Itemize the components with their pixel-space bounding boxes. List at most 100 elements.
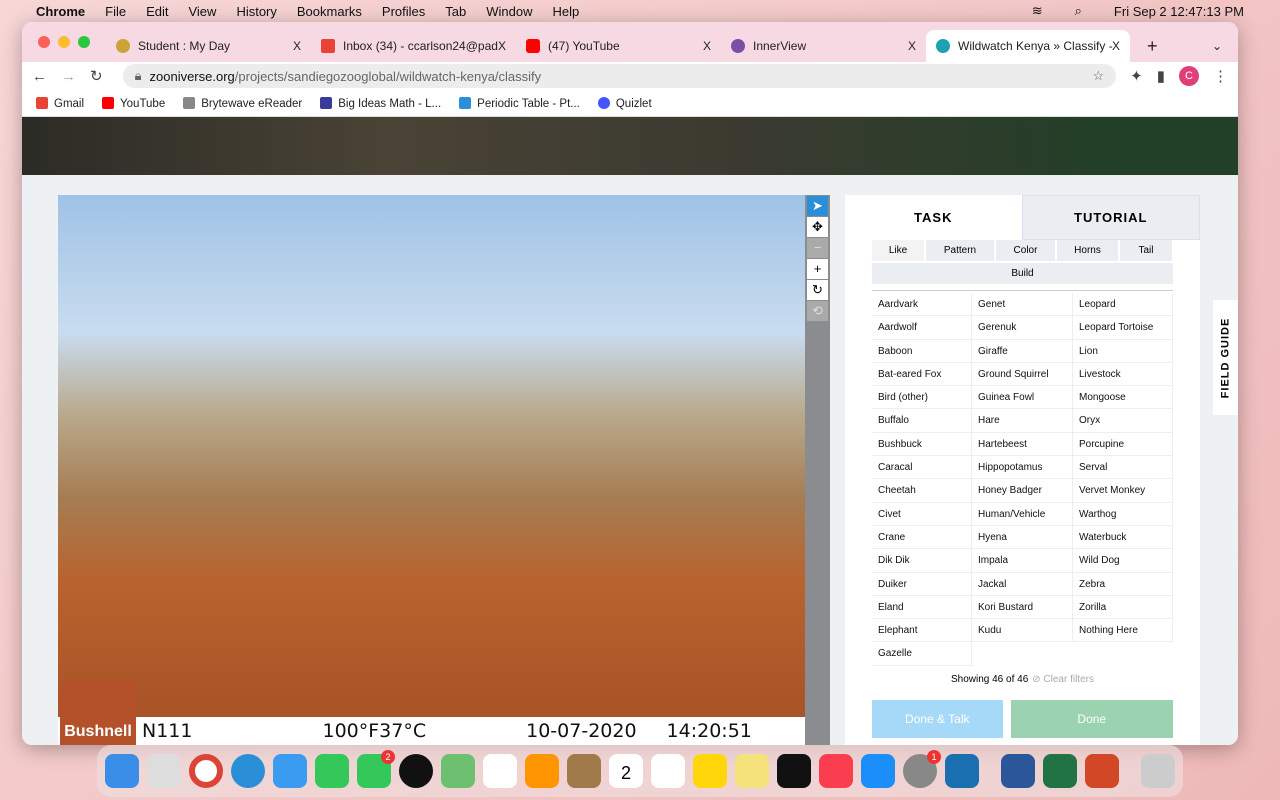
minimize-button[interactable] [58, 36, 70, 48]
species-option[interactable]: Aardvark [872, 293, 972, 317]
close-tab-icon[interactable]: X [293, 39, 301, 53]
bookmark-youtube[interactable]: YouTube [102, 96, 165, 110]
address-bar[interactable]: 🔒︎ zooniverse.org/projects/sandiegozooglo… [122, 64, 1117, 88]
species-option[interactable]: Hyena [972, 525, 1073, 550]
menu-profiles[interactable]: Profiles [382, 4, 425, 19]
menu-help[interactable]: Help [553, 4, 580, 19]
species-option[interactable]: Vervet Monkey [1073, 479, 1173, 503]
reminders-icon[interactable] [651, 754, 685, 788]
new-tab-button[interactable]: + [1137, 30, 1168, 62]
species-option[interactable]: Wild Dog [1073, 549, 1173, 573]
books-icon[interactable] [525, 754, 559, 788]
done-and-talk-button[interactable]: Done & Talk [872, 699, 1003, 738]
species-option[interactable]: Hippopotamus [972, 456, 1073, 480]
species-option[interactable]: Eland [872, 595, 972, 620]
wifi-icon[interactable]: ≋ [1032, 3, 1043, 19]
tab-youtube[interactable]: (47) YouTube X [516, 30, 721, 62]
trash-icon[interactable] [1141, 754, 1175, 788]
zoom-in-icon[interactable]: + [807, 259, 828, 279]
clear-filters-button[interactable]: ⊘ Clear filters [1032, 674, 1094, 685]
species-option[interactable]: Genet [972, 293, 1073, 317]
menu-file[interactable]: File [105, 4, 126, 19]
sidebar-icon[interactable]: ▮ [1157, 67, 1165, 85]
zoom-button[interactable] [78, 36, 90, 48]
tab-tutorial[interactable]: TUTORIAL [1021, 195, 1200, 240]
apple-tv-icon[interactable] [777, 754, 811, 788]
mail-icon[interactable] [273, 754, 307, 788]
word-icon[interactable] [1001, 754, 1035, 788]
species-option[interactable]: Ground Squirrel [972, 362, 1073, 387]
filter-color[interactable]: Color [996, 240, 1055, 261]
app-icon[interactable] [945, 754, 979, 788]
bookmark-periodic-table[interactable]: Periodic Table - Pt... [459, 96, 580, 110]
safari-icon[interactable] [231, 754, 265, 788]
species-option[interactable]: Guinea Fowl [972, 386, 1073, 410]
filter-horns[interactable]: Horns [1057, 240, 1118, 261]
close-tab-icon[interactable]: X [1112, 39, 1120, 53]
facetime-icon[interactable] [315, 754, 349, 788]
tab-search-chevron-icon[interactable]: ⌄ [1202, 30, 1232, 62]
species-option[interactable]: Dik Dik [872, 549, 972, 573]
forward-icon[interactable]: → [61, 68, 76, 85]
finder-icon[interactable] [105, 754, 139, 788]
star-icon[interactable]: ☆ [1093, 68, 1105, 84]
species-option[interactable]: Jackal [972, 572, 1073, 596]
species-option[interactable]: Hartebeest [972, 432, 1073, 457]
species-option[interactable]: Serval [1073, 456, 1173, 480]
menu-tab[interactable]: Tab [445, 4, 466, 19]
bookmark-big-ideas-math[interactable]: Big Ideas Math - L... [320, 96, 441, 110]
menu-history[interactable]: History [236, 4, 276, 19]
filter-pattern[interactable]: Pattern [926, 240, 994, 261]
system-settings-icon[interactable]: 1 [903, 750, 941, 788]
menu-icon[interactable]: ⋮ [1213, 67, 1228, 85]
launchpad-icon[interactable] [147, 754, 181, 788]
spotify-icon[interactable] [399, 754, 433, 788]
close-tab-icon[interactable]: X [498, 39, 506, 53]
species-option[interactable]: Kudu [972, 619, 1073, 643]
species-option[interactable]: Giraffe [972, 339, 1073, 363]
excel-icon[interactable] [1043, 754, 1077, 788]
zoom-out-icon[interactable]: − [807, 238, 828, 258]
species-option[interactable]: Duiker [872, 572, 972, 596]
reload-icon[interactable]: ↻ [90, 67, 103, 85]
search-icon[interactable]: ⌕ [1075, 3, 1082, 19]
menu-edit[interactable]: Edit [146, 4, 168, 19]
tab-student-my-day[interactable]: Student : My Day X [106, 30, 311, 62]
subject-image[interactable]: N111 100°F37°C 10-07-2020 14:20:51 Bushn… [58, 195, 805, 745]
species-option[interactable]: Kori Bustard [972, 595, 1073, 620]
filter-tail[interactable]: Tail [1120, 240, 1172, 261]
powerpoint-icon[interactable] [1085, 754, 1119, 788]
species-option[interactable]: Gerenuk [972, 316, 1073, 340]
extensions-icon[interactable]: ✦ [1130, 67, 1143, 85]
bookmark-brytewave[interactable]: Brytewave eReader [183, 96, 302, 110]
tab-innerview[interactable]: InnerView X [721, 30, 926, 62]
species-option[interactable]: Leopard Tortoise [1073, 316, 1173, 340]
close-tab-icon[interactable]: X [703, 39, 711, 53]
rotate-icon[interactable]: ↻ [807, 280, 828, 300]
done-button[interactable]: Done [1010, 699, 1173, 738]
menu-view[interactable]: View [188, 4, 216, 19]
species-option[interactable]: Waterbuck [1073, 525, 1173, 550]
pointer-icon[interactable]: ➤ [807, 196, 828, 216]
app-menu[interactable]: Chrome [36, 4, 85, 19]
species-option[interactable]: Zorilla [1073, 595, 1173, 620]
back-icon[interactable]: ← [32, 68, 47, 85]
menu-window[interactable]: Window [486, 4, 532, 19]
notes-icon[interactable] [693, 754, 727, 788]
close-window-button[interactable] [38, 36, 50, 48]
species-option[interactable]: Oryx [1073, 409, 1173, 433]
news-icon[interactable] [819, 754, 853, 788]
tab-wildwatch[interactable]: Wildwatch Kenya » Classify -X [926, 30, 1130, 62]
reset-icon[interactable]: ⟲ [807, 301, 828, 321]
species-option[interactable]: Crane [872, 525, 972, 550]
species-option[interactable]: Bird (other) [872, 386, 972, 410]
species-option[interactable]: Caracal [872, 456, 972, 480]
bookmark-quizlet[interactable]: Quizlet [597, 96, 652, 110]
species-option[interactable]: Leopard [1073, 293, 1173, 317]
filter-build[interactable]: Build [872, 263, 1173, 284]
close-tab-icon[interactable]: X [908, 39, 916, 53]
species-option[interactable]: Aardwolf [872, 316, 972, 340]
app-store-icon[interactable] [861, 754, 895, 788]
filter-like[interactable]: Like [872, 240, 924, 261]
tab-task[interactable]: TASK [845, 195, 1022, 240]
